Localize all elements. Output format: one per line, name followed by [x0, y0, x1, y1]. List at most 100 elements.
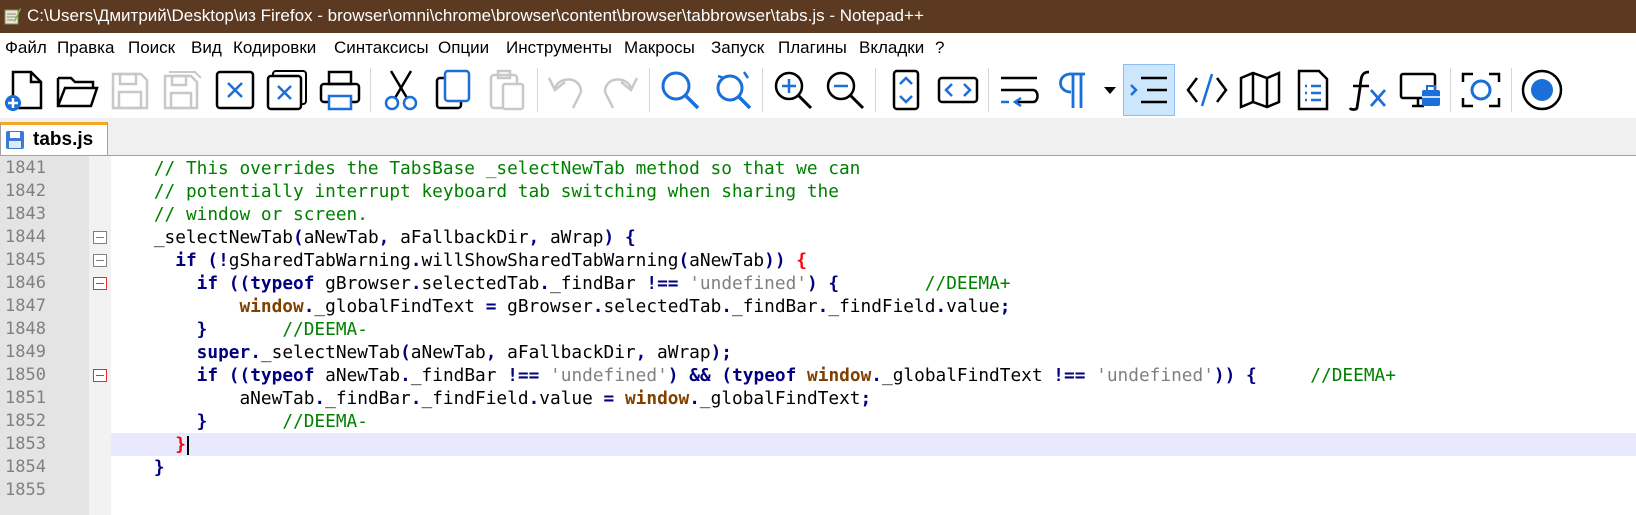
- redo-button[interactable]: [594, 65, 644, 115]
- menu-run[interactable]: Запуск: [711, 38, 764, 58]
- document-map-button[interactable]: [1235, 65, 1285, 115]
- line-text: _selectNewTab(aNewTab, aFallbackDir, aWr…: [111, 227, 636, 248]
- toolbar-separator: [988, 68, 989, 112]
- code-editor[interactable]: 1841 // This overrides the TabsBase _sel…: [0, 156, 1636, 515]
- close-button[interactable]: [210, 65, 260, 115]
- zoom-in-button[interactable]: [768, 65, 818, 115]
- fold-minus-icon[interactable]: [93, 254, 107, 267]
- indent-guide-button[interactable]: [1123, 64, 1175, 116]
- replace-button[interactable]: [707, 65, 757, 115]
- line-text: } //DEEMA-: [196, 319, 368, 340]
- show-symbols-button[interactable]: [1046, 65, 1096, 115]
- monitoring-icon: [1461, 72, 1501, 108]
- new-file-button[interactable]: [0, 65, 50, 115]
- line-number: 1846: [5, 273, 46, 293]
- document-list-button[interactable]: [1288, 65, 1338, 115]
- title-bar: C:\Users\Дмитрий\Desktop\из Firefox - br…: [0, 0, 1636, 33]
- show-symbols-dropdown[interactable]: [1096, 65, 1118, 115]
- record-macro-button[interactable]: [1517, 65, 1567, 115]
- menu-file[interactable]: Файл: [5, 38, 47, 58]
- fold-minus-icon[interactable]: [93, 231, 107, 244]
- line-text: super._selectNewTab(aNewTab, aFallbackDi…: [196, 342, 732, 363]
- cut-icon: [384, 70, 418, 111]
- menu-view[interactable]: Вид: [191, 38, 222, 58]
- sync-scroll-icon: [892, 69, 920, 111]
- code-line: 1843 // window or screen.: [0, 203, 1636, 226]
- find-icon: [661, 71, 700, 110]
- saved-file-icon: [6, 131, 24, 149]
- open-file-icon: [56, 76, 99, 108]
- fold-minus-icon[interactable]: [93, 369, 107, 382]
- save-all-button[interactable]: [156, 65, 206, 115]
- tab-tabs-js[interactable]: tabs.js: [0, 122, 108, 155]
- save-all-icon: [163, 71, 202, 110]
- menu-plugins[interactable]: Плагины: [778, 38, 847, 58]
- close-all-button[interactable]: [262, 65, 312, 115]
- open-file-button[interactable]: [52, 65, 102, 115]
- document-map-icon: [1239, 71, 1281, 109]
- line-text: if ((typeof gBrowser.selectedTab._findBa…: [196, 273, 1011, 294]
- menu-tools[interactable]: Инструменты: [506, 38, 612, 58]
- new-file-icon: [5, 70, 43, 111]
- tab-bar: tabs.js: [0, 118, 1636, 156]
- save-icon: [111, 72, 149, 110]
- text-caret: [186, 435, 189, 455]
- print-button[interactable]: [315, 65, 365, 115]
- redo-icon: [603, 77, 639, 109]
- line-number: 1849: [5, 342, 46, 362]
- menu-macro[interactable]: Макросы: [624, 38, 695, 58]
- monitoring-button[interactable]: [1456, 65, 1506, 115]
- xml-tags-button[interactable]: [1182, 65, 1232, 115]
- line-text: }: [111, 434, 189, 456]
- line-number: 1844: [5, 227, 46, 247]
- line-number: 1841: [5, 158, 46, 178]
- show-symbols-icon: [1059, 72, 1085, 108]
- menu-search[interactable]: Поиск: [128, 38, 175, 58]
- menu-edit[interactable]: Правка: [57, 38, 114, 58]
- fold-minus-icon[interactable]: [93, 277, 107, 290]
- line-number: 1855: [5, 480, 46, 500]
- copy-icon: [435, 69, 471, 110]
- code-line: 1847 window._globalFindText = gBrowser.s…: [0, 295, 1636, 318]
- document-list-icon: [1297, 69, 1329, 111]
- cut-button[interactable]: [376, 65, 426, 115]
- xml-tags-icon: [1186, 73, 1228, 107]
- function-list-button[interactable]: [1342, 65, 1392, 115]
- word-wrap-icon: [1001, 76, 1039, 108]
- line-text: // potentially interrupt keyboard tab sw…: [153, 181, 839, 202]
- replace-icon: [716, 71, 752, 110]
- sync-scroll-button[interactable]: [881, 65, 931, 115]
- record-macro-icon: [1521, 69, 1563, 111]
- code-line: 1844 _selectNewTab(aNewTab, aFallbackDir…: [0, 226, 1636, 249]
- paste-button[interactable]: [482, 65, 532, 115]
- word-wrap-button[interactable]: [994, 65, 1044, 115]
- save-button[interactable]: [104, 65, 154, 115]
- wrap-button[interactable]: [933, 65, 983, 115]
- code-line: 1850 if ((typeof aNewTab._findBar !== 'u…: [0, 364, 1636, 387]
- folder-workspace-button[interactable]: [1395, 65, 1445, 115]
- code-line: 1851 aNewTab._findBar._findField.value =…: [0, 387, 1636, 410]
- close-icon: [215, 70, 255, 110]
- line-text: } //DEEMA-: [196, 411, 368, 432]
- toolbar-separator: [1511, 68, 1512, 112]
- line-number: 1853: [5, 434, 46, 454]
- undo-button[interactable]: [542, 65, 592, 115]
- menu-encoding[interactable]: Кодировки: [233, 38, 316, 58]
- zoom-out-button[interactable]: [820, 65, 870, 115]
- code-line: 1842 // potentially interrupt keyboard t…: [0, 180, 1636, 203]
- copy-button[interactable]: [428, 65, 478, 115]
- line-text: }: [153, 457, 165, 478]
- code-line: 1846 if ((typeof gBrowser.selectedTab._f…: [0, 272, 1636, 295]
- line-number: 1845: [5, 250, 46, 270]
- find-button[interactable]: [655, 65, 705, 115]
- undo-icon: [547, 77, 583, 109]
- menu-window[interactable]: Вкладки: [859, 38, 924, 58]
- menu-language[interactable]: Синтаксисы: [334, 38, 429, 58]
- menu-settings[interactable]: Опции: [438, 38, 489, 58]
- window-title: C:\Users\Дмитрий\Desktop\из Firefox - br…: [27, 6, 924, 25]
- chevron-down-icon: [1104, 87, 1116, 94]
- toolbar-separator: [1450, 68, 1451, 112]
- menu-help[interactable]: ?: [935, 38, 944, 58]
- line-number: 1847: [5, 296, 46, 316]
- code-line: 1848 } //DEEMA-: [0, 318, 1636, 341]
